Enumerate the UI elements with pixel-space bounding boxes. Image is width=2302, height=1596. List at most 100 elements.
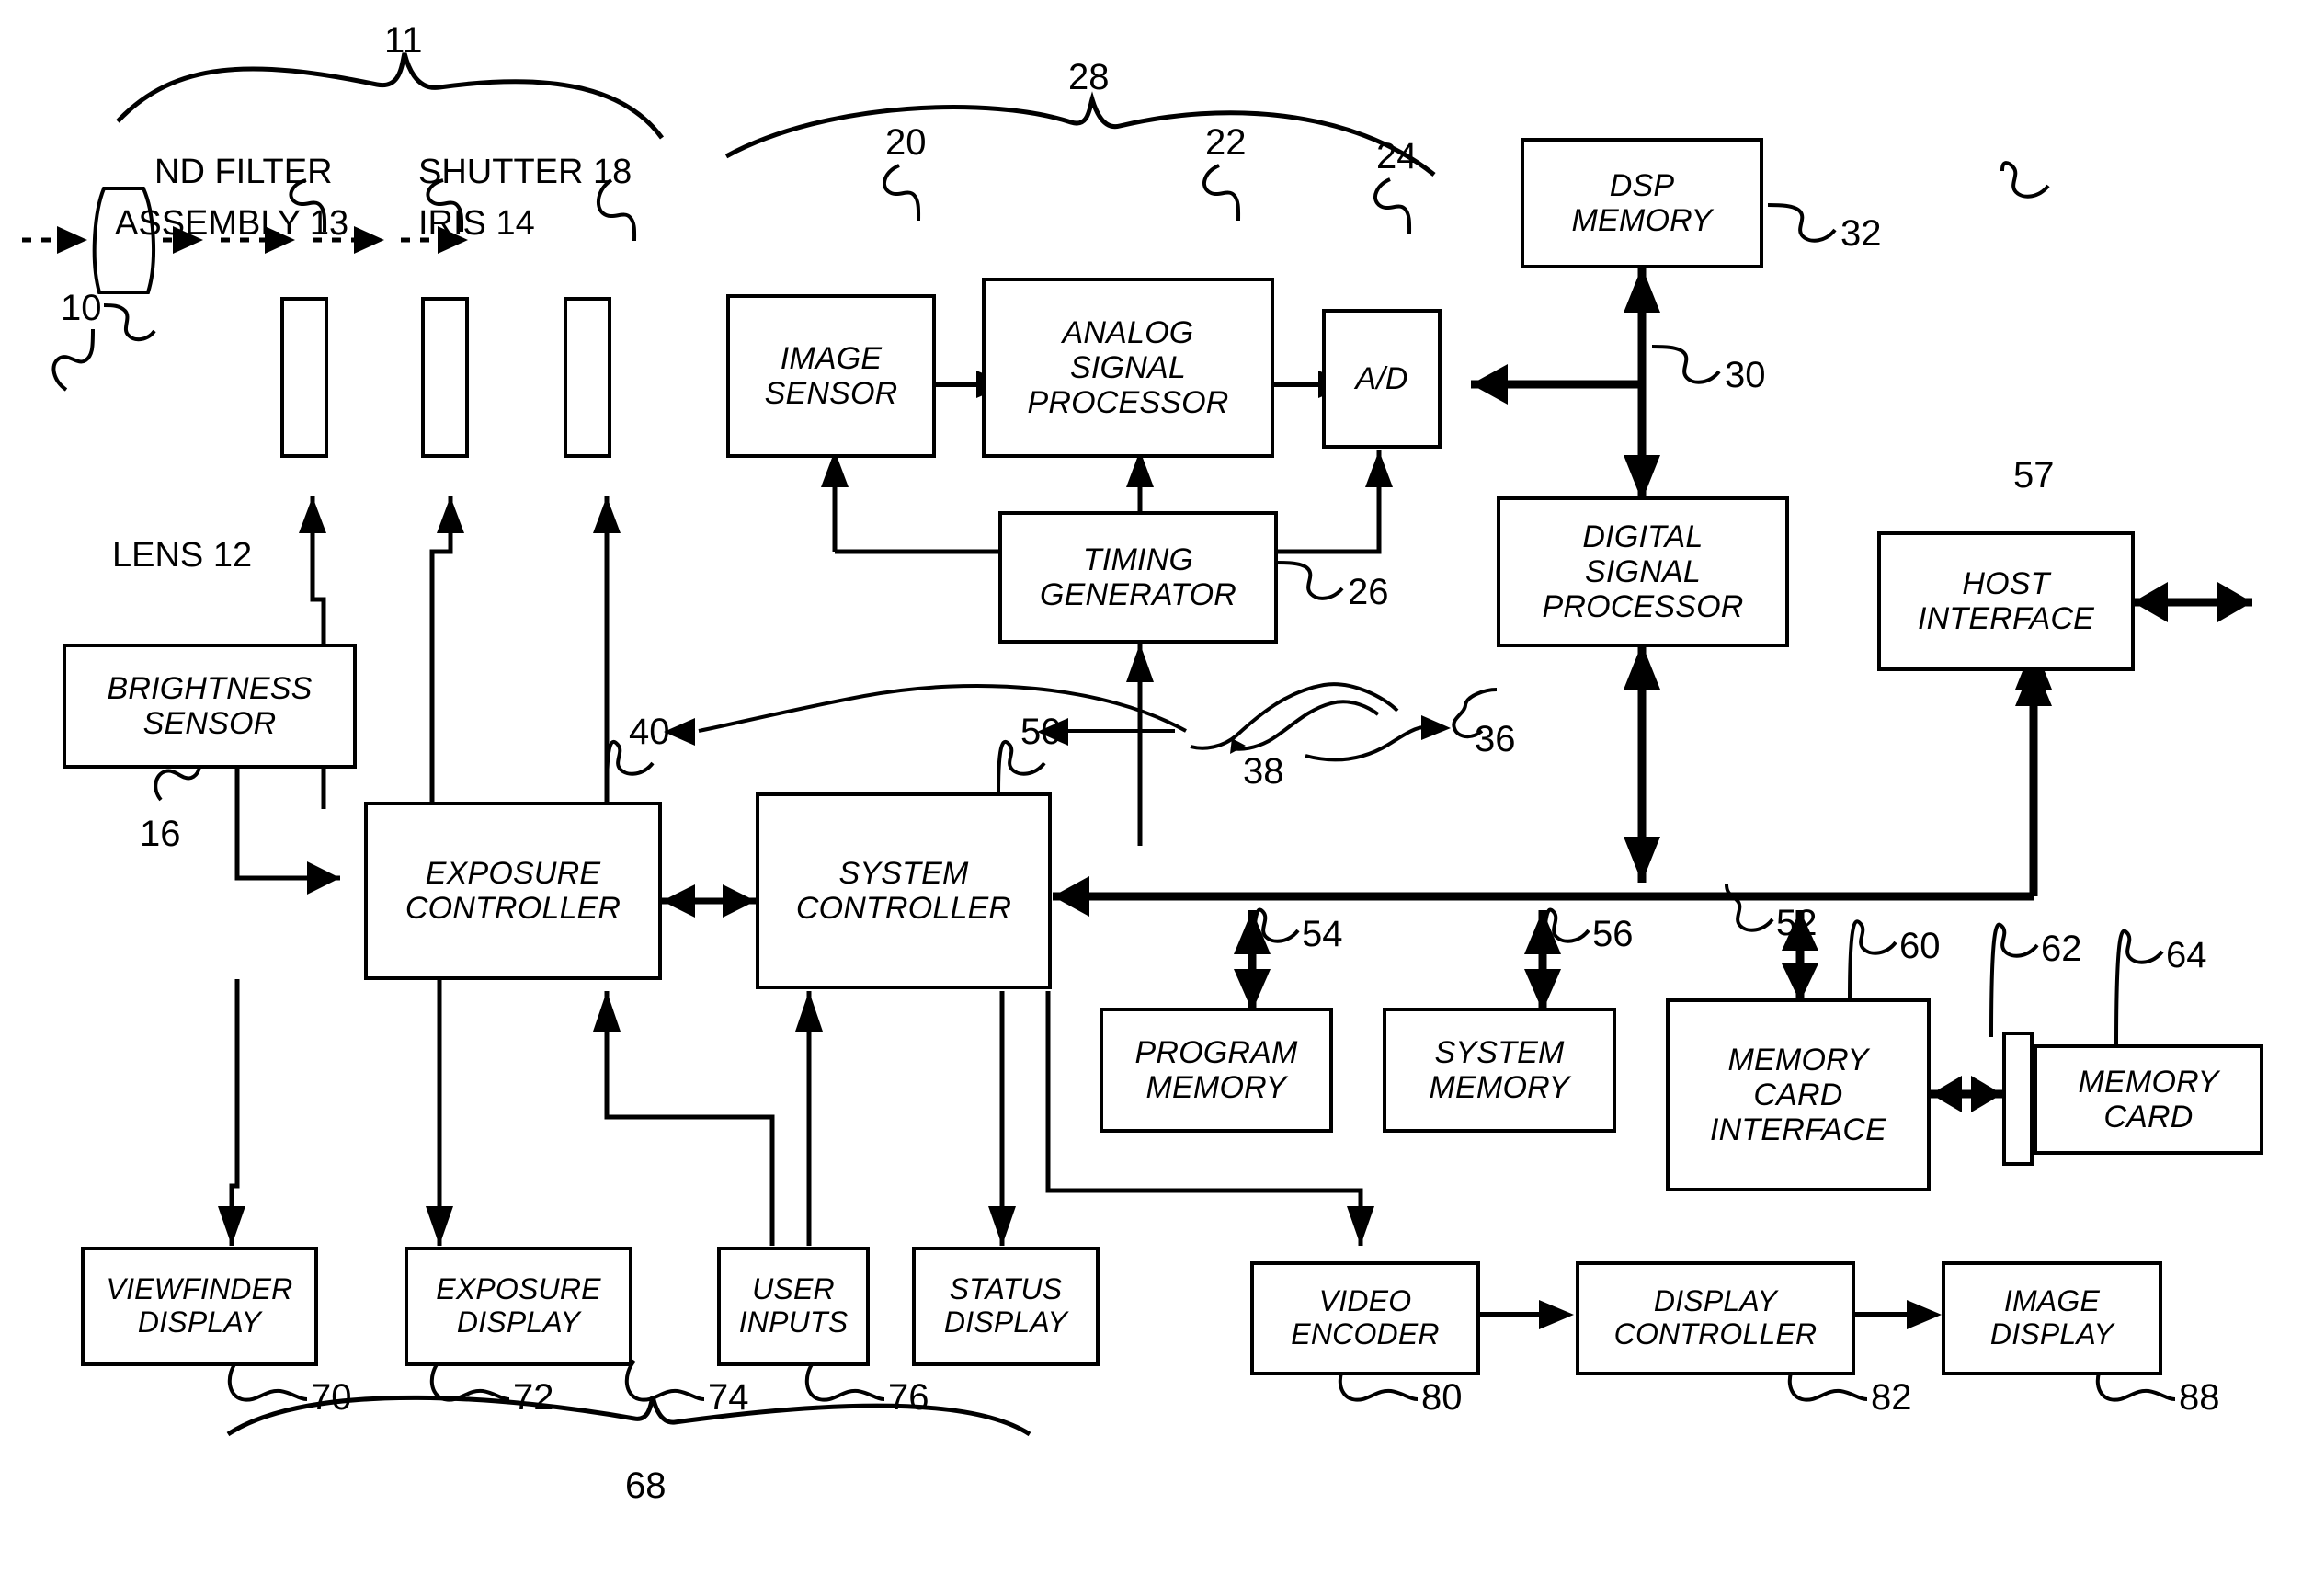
ref-32: 32 <box>1840 213 1882 254</box>
ref-80: 80 <box>1421 1377 1463 1418</box>
block-image-sensor[interactable]: IMAGE SENSOR <box>726 294 936 458</box>
block-timing-generator[interactable]: TIMING GENERATOR <box>998 511 1278 644</box>
block-host-interface[interactable]: HOST INTERFACE <box>1877 531 2135 671</box>
ref-57: 57 <box>2013 455 2055 496</box>
ref-56: 56 <box>1592 914 1634 954</box>
ref-26: 26 <box>1348 572 1389 612</box>
video-encoder-line2: ENCODER <box>1291 1317 1440 1351</box>
viewfinder-display-line2: DISPLAY <box>137 1305 262 1339</box>
memory-card-line1: MEMORY <box>2078 1064 2219 1100</box>
ref-68: 68 <box>625 1465 667 1506</box>
ref-50: 50 <box>1020 712 1062 752</box>
image-display-line1: IMAGE <box>2003 1284 2101 1318</box>
ref-24: 24 <box>1376 136 1418 177</box>
ref-76: 76 <box>888 1377 929 1418</box>
system-controller-line2: CONTROLLER <box>795 891 1012 926</box>
ref-40: 40 <box>629 712 670 752</box>
block-memory-card[interactable]: MEMORY CARD <box>2034 1044 2263 1155</box>
ref-36: 36 <box>1475 719 1516 759</box>
timing-generator-line1: TIMING <box>1082 542 1194 577</box>
asp-line1: ANALOG <box>1062 314 1194 350</box>
iris-block <box>421 297 469 458</box>
display-controller-line1: DISPLAY <box>1653 1284 1778 1318</box>
exposure-controller-line1: EXPOSURE <box>425 855 601 891</box>
system-memory-line2: MEMORY <box>1429 1070 1570 1105</box>
lens-caption: LENS 12 <box>112 536 253 575</box>
block-image-display[interactable]: IMAGE DISPLAY <box>1942 1261 2162 1375</box>
ref-11: 11 <box>384 20 423 61</box>
memory-card-line2: CARD <box>2103 1100 2194 1134</box>
nd-filter-caption-line2: ASSEMBLY 13 <box>115 204 349 243</box>
ref-22: 22 <box>1205 122 1247 163</box>
asp-line3: PROCESSOR <box>1027 385 1229 421</box>
dsp-line1: DIGITAL <box>1582 519 1704 554</box>
status-display-line1: STATUS <box>949 1272 1063 1306</box>
ref-60: 60 <box>1899 926 1941 966</box>
dsp-memory-line2: MEMORY <box>1571 203 1713 238</box>
nd-filter-block <box>280 297 328 458</box>
user-inputs-line2: INPUTS <box>738 1305 849 1339</box>
image-sensor-line1: IMAGE <box>780 340 883 376</box>
block-analog-signal-processor[interactable]: ANALOG SIGNAL PROCESSOR <box>982 278 1274 458</box>
image-display-line2: DISPLAY <box>1989 1317 2114 1351</box>
memory-card-connector <box>2002 1032 2034 1166</box>
block-exposure-display[interactable]: EXPOSURE DISPLAY <box>405 1247 632 1366</box>
block-digital-signal-processor[interactable]: DIGITAL SIGNAL PROCESSOR <box>1497 496 1789 647</box>
ad-label: A/D <box>1355 360 1408 396</box>
ref-82: 82 <box>1871 1377 1912 1418</box>
dsp-line2: SIGNAL <box>1585 553 1701 589</box>
block-video-encoder[interactable]: VIDEO ENCODER <box>1250 1261 1480 1375</box>
host-interface-line2: INTERFACE <box>1918 601 2094 636</box>
brightness-sensor-line1: BRIGHTNESS <box>107 670 313 706</box>
program-memory-line2: MEMORY <box>1145 1070 1287 1105</box>
status-display-line2: DISPLAY <box>943 1305 1068 1339</box>
block-system-memory[interactable]: SYSTEM MEMORY <box>1383 1008 1616 1133</box>
timing-generator-line2: GENERATOR <box>1039 577 1237 612</box>
block-memory-card-interface[interactable]: MEMORY CARD INTERFACE <box>1666 998 1931 1191</box>
ref-88: 88 <box>2179 1377 2220 1418</box>
ref-20: 20 <box>885 122 927 163</box>
block-dsp-memory[interactable]: DSP MEMORY <box>1521 138 1763 268</box>
block-program-memory[interactable]: PROGRAM MEMORY <box>1100 1008 1333 1133</box>
ref-70: 70 <box>311 1377 352 1418</box>
system-controller-line1: SYSTEM <box>838 855 969 891</box>
brightness-sensor-line2: SENSOR <box>142 706 277 741</box>
program-memory-line1: PROGRAM <box>1134 1034 1298 1070</box>
ref-10: 10 <box>61 288 102 328</box>
system-memory-line1: SYSTEM <box>1434 1034 1565 1070</box>
ref-38: 38 <box>1243 751 1284 792</box>
nd-filter-caption-line1: ND FILTER <box>154 153 333 191</box>
block-user-inputs[interactable]: USER INPUTS <box>717 1247 870 1366</box>
viewfinder-display-line1: VIEWFINDER <box>106 1272 293 1306</box>
display-controller-line2: CONTROLLER <box>1613 1317 1818 1351</box>
block-ad-converter[interactable]: A/D <box>1322 309 1442 449</box>
ref-54: 54 <box>1302 914 1343 954</box>
figure-canvas: ND FILTER ASSEMBLY 13 SHUTTER 18 IRIS 14… <box>0 0 2302 1596</box>
ref-16: 16 <box>140 814 181 854</box>
mci-line1: MEMORY <box>1727 1042 1869 1077</box>
exposure-display-line2: DISPLAY <box>456 1305 581 1339</box>
host-interface-line1: HOST <box>1962 565 2050 601</box>
video-encoder-line1: VIDEO <box>1318 1284 1412 1318</box>
dsp-line3: PROCESSOR <box>1542 589 1744 625</box>
ref-64: 64 <box>2166 935 2207 975</box>
image-sensor-line2: SENSOR <box>764 376 898 411</box>
block-system-controller[interactable]: SYSTEM CONTROLLER <box>756 792 1052 989</box>
user-inputs-line1: USER <box>752 1272 835 1306</box>
block-display-controller[interactable]: DISPLAY CONTROLLER <box>1576 1261 1855 1375</box>
dsp-memory-line1: DSP <box>1609 167 1675 203</box>
asp-line2: SIGNAL <box>1070 349 1186 385</box>
ref-28: 28 <box>1068 57 1110 97</box>
ref-30: 30 <box>1725 355 1766 395</box>
block-exposure-controller[interactable]: EXPOSURE CONTROLLER <box>364 802 662 980</box>
block-brightness-sensor[interactable]: BRIGHTNESS SENSOR <box>63 644 357 769</box>
block-viewfinder-display[interactable]: VIEWFINDER DISPLAY <box>81 1247 318 1366</box>
ref-72: 72 <box>513 1377 554 1418</box>
exposure-controller-line2: CONTROLLER <box>405 891 621 926</box>
ref-74: 74 <box>708 1377 749 1418</box>
shutter-caption: SHUTTER 18 <box>418 153 632 191</box>
block-status-display[interactable]: STATUS DISPLAY <box>912 1247 1100 1366</box>
nd-filter-assembly-element <box>278 294 322 295</box>
iris-caption: IRIS 14 <box>418 204 535 243</box>
exposure-display-line1: EXPOSURE <box>436 1272 601 1306</box>
